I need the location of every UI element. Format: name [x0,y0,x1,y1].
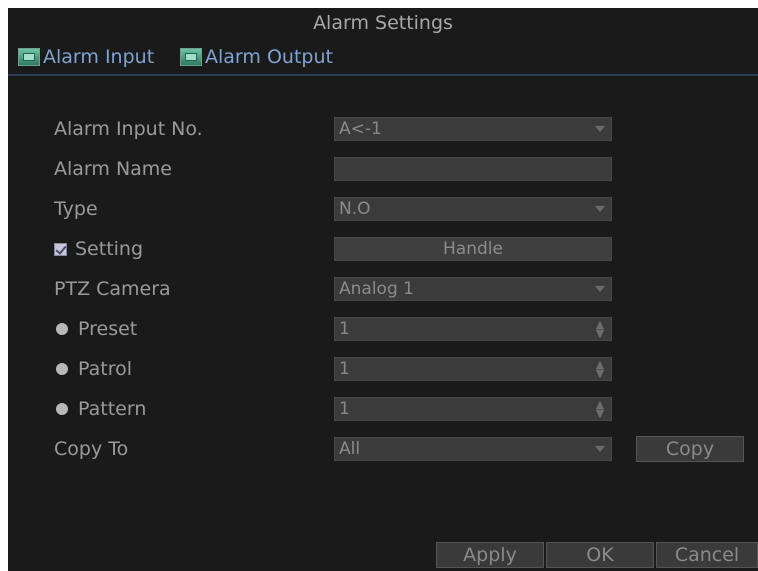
ptz-camera-label: PTZ Camera [54,278,171,300]
ok-button[interactable]: OK [546,542,654,568]
type-label: Type [54,198,98,220]
alarm-name-input[interactable] [334,157,612,181]
preset-stepper[interactable]: 1 ▲ ▼ [334,317,612,341]
preset-radio[interactable] [56,323,68,335]
ptz-camera-value: Analog 1 [339,279,414,299]
chevron-down-icon [595,206,605,212]
preset-label-group: Preset [54,312,137,346]
row-setting: Setting Handle [8,232,758,266]
copy-to-label: Copy To [54,438,129,460]
row-alarm-name: Alarm Name [8,152,758,186]
type-select[interactable]: N.O [334,197,612,221]
setting-checkbox[interactable] [54,242,67,256]
spinner-icon: ▲ ▼ [595,318,605,340]
setting-label: Setting [75,238,144,260]
alarm-input-no-select[interactable]: A<-1 [334,117,612,141]
alarm-input-no-value: A<-1 [339,119,382,139]
spinner-icon: ▲ ▼ [595,358,605,380]
tab-alarm-output[interactable]: Alarm Output [180,44,333,70]
row-type: Type N.O [8,192,758,226]
patrol-stepper[interactable]: 1 ▲ ▼ [334,357,612,381]
alarm-name-label: Alarm Name [54,158,172,180]
pattern-label: Pattern [78,398,147,420]
tab-bar: Alarm Input Alarm Output [8,38,758,74]
chevron-down-icon [595,286,605,292]
pattern-radio[interactable] [56,403,68,415]
alarm-output-tab-icon [180,48,202,66]
row-alarm-input-no: Alarm Input No. A<-1 [8,112,758,146]
copy-to-value: All [339,439,361,459]
pattern-value: 1 [339,399,350,419]
ptz-camera-select[interactable]: Analog 1 [334,277,612,301]
pattern-stepper[interactable]: 1 ▲ ▼ [334,397,612,421]
spinner-icon: ▲ ▼ [595,398,605,420]
row-preset: Preset 1 ▲ ▼ [8,312,758,346]
handle-button[interactable]: Handle [334,237,612,261]
patrol-radio[interactable] [56,363,68,375]
setting-label-group: Setting [54,232,143,266]
tab-alarm-input[interactable]: Alarm Input [18,44,154,70]
row-copy-to: Copy To All Copy [8,432,758,466]
preset-value: 1 [339,319,350,339]
copy-button[interactable]: Copy [636,436,744,462]
row-ptz-camera: PTZ Camera Analog 1 [8,272,758,306]
tab-alarm-output-label: Alarm Output [205,46,333,68]
copy-to-select[interactable]: All [334,437,612,461]
alarm-input-tab-icon [18,48,40,66]
dialog-title: Alarm Settings [313,12,453,34]
type-value: N.O [339,199,371,219]
chevron-down-icon [595,126,605,132]
preset-label: Preset [78,318,138,340]
patrol-value: 1 [339,359,350,379]
chevron-down-icon [595,446,605,452]
tab-alarm-input-label: Alarm Input [43,46,155,68]
tab-divider [8,74,758,76]
pattern-label-group: Pattern [54,392,146,426]
patrol-label: Patrol [78,358,132,380]
alarm-settings-dialog: Alarm Settings Alarm Input Alarm Output … [8,8,758,571]
alarm-input-no-label: Alarm Input No. [54,118,203,140]
row-pattern: Pattern 1 ▲ ▼ [8,392,758,426]
patrol-label-group: Patrol [54,352,132,386]
row-patrol: Patrol 1 ▲ ▼ [8,352,758,386]
cancel-button[interactable]: Cancel [656,542,758,568]
apply-button[interactable]: Apply [436,542,544,568]
